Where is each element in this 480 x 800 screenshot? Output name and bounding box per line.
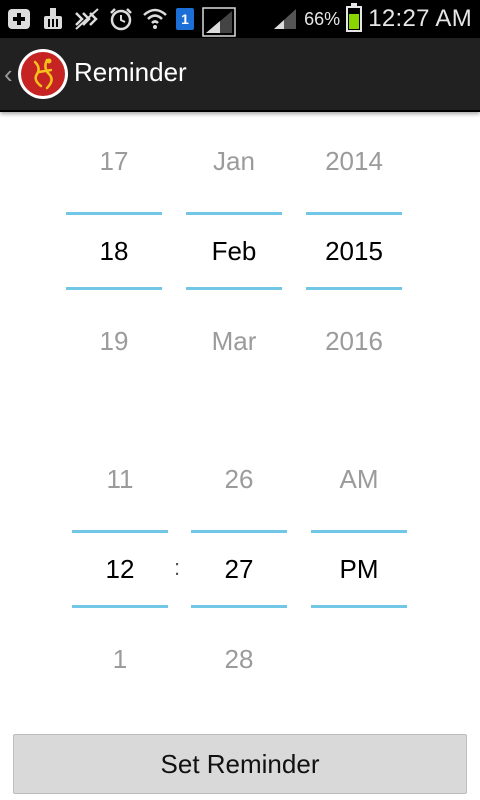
hour-next[interactable]: 1	[72, 644, 168, 675]
ampm-current[interactable]: PM	[311, 554, 407, 585]
notification-icons: 1	[6, 6, 236, 37]
signal-icon	[202, 7, 236, 37]
time-separator: :	[174, 555, 181, 580]
hour-divider-top	[72, 530, 168, 533]
ampm-divider-top	[311, 530, 407, 533]
month-picker[interactable]: Jan Feb Mar	[186, 130, 282, 370]
minute-divider-top	[191, 530, 287, 533]
signal-weak-icon	[272, 7, 298, 31]
alarm-icon	[108, 7, 134, 31]
set-reminder-button[interactable]: Set Reminder	[13, 734, 467, 794]
day-divider-top	[66, 212, 162, 215]
year-divider-top	[306, 212, 402, 215]
clock: 12:27 AM	[368, 5, 472, 32]
minute-prev[interactable]: 26	[191, 464, 287, 495]
month-current[interactable]: Feb	[186, 236, 282, 267]
day-current[interactable]: 18	[66, 236, 162, 267]
year-prev[interactable]: 2014	[306, 146, 402, 177]
page-title: Reminder	[74, 57, 187, 87]
battery-fill	[349, 14, 360, 29]
month-next[interactable]: Mar	[186, 326, 282, 357]
year-current[interactable]: 2015	[306, 236, 402, 267]
status-right: 66% 12:27 AM	[272, 3, 472, 34]
month-prev[interactable]: Jan	[186, 146, 282, 177]
ampm-prev[interactable]: AM	[311, 464, 407, 495]
month-divider-bottom	[186, 287, 282, 290]
year-next[interactable]: 2016	[306, 326, 402, 357]
hour-current[interactable]: 12	[72, 554, 168, 585]
minute-picker[interactable]: 26 27 28	[191, 448, 287, 688]
day-divider-bottom	[66, 287, 162, 290]
month-divider-top	[186, 212, 282, 215]
no-signal-icon	[74, 7, 100, 31]
hour-prev[interactable]: 11	[72, 464, 168, 495]
ampm-divider-bottom	[311, 605, 407, 608]
hour-divider-bottom	[72, 605, 168, 608]
hour-picker[interactable]: 11 12 1	[72, 448, 168, 688]
battery-percent: 66%	[304, 8, 341, 29]
minute-current[interactable]: 27	[191, 554, 287, 585]
wifi-icon	[142, 7, 168, 31]
day-picker[interactable]: 17 18 19	[66, 130, 162, 370]
year-divider-bottom	[306, 287, 402, 290]
back-chevron-icon[interactable]: ‹	[4, 58, 13, 90]
sim-icon: 1	[176, 8, 194, 30]
battery-icon	[346, 3, 363, 32]
action-bar: ‹ Reminder	[0, 38, 480, 112]
cleaner-icon	[40, 7, 66, 31]
add-icon	[6, 7, 32, 31]
minute-next[interactable]: 28	[191, 644, 287, 675]
year-picker[interactable]: 2014 2015 2016	[306, 130, 402, 370]
minute-divider-bottom	[191, 605, 287, 608]
app-logo-icon[interactable]	[18, 49, 68, 99]
day-next[interactable]: 19	[66, 326, 162, 357]
ampm-picker[interactable]: AM PM	[311, 448, 407, 688]
status-bar: 1 66% 12:27 AM	[0, 0, 480, 38]
day-prev[interactable]: 17	[66, 146, 162, 177]
